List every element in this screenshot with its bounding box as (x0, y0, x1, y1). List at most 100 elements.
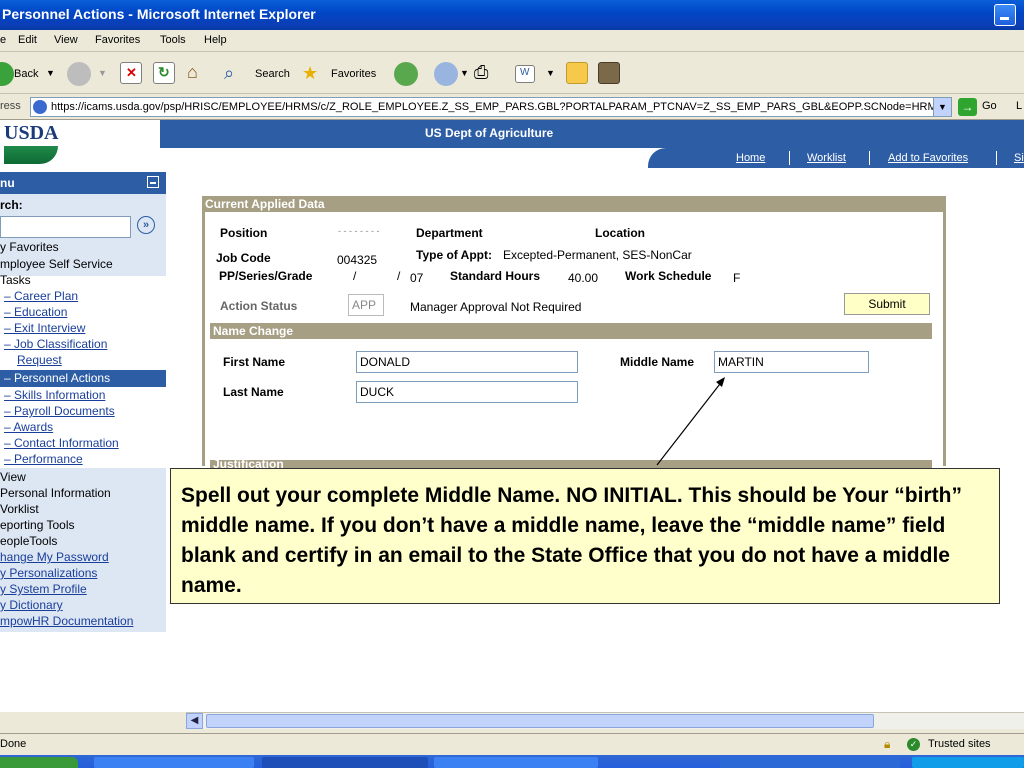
menu-item-personnel-actions[interactable]: – Personnel Actions (4, 370, 110, 386)
taskbar-item[interactable] (94, 757, 254, 768)
stop-icon[interactable]: ✕ (120, 62, 142, 84)
favorites-label[interactable]: Favorites (331, 68, 376, 80)
mail-dropdown-icon[interactable]: ▼ (460, 68, 469, 78)
refresh-icon[interactable]: ↻ (153, 62, 175, 84)
menu-item-reporting-tools[interactable]: eporting Tools (0, 517, 75, 533)
first-name-label: First Name (223, 355, 286, 369)
current-applied-title: Current Applied Data (205, 197, 325, 211)
nav-divider (789, 151, 790, 165)
go-arrow-icon[interactable]: → (958, 98, 977, 116)
nav-divider (996, 151, 997, 165)
menu-item-contact-information[interactable]: – Contact Information (4, 435, 119, 451)
nav-home[interactable]: Home (736, 152, 765, 164)
name-change-header: Name Change (210, 323, 932, 339)
menu-item-performance[interactable]: – Performance (4, 451, 83, 467)
back-label[interactable]: Back (14, 68, 38, 80)
header-nav: Home Worklist Add to Favorites Si (648, 148, 1024, 168)
menu-item-change-password[interactable]: hange My Password (0, 549, 109, 565)
taskbar-item[interactable] (720, 757, 900, 768)
collapse-icon[interactable] (147, 176, 159, 188)
research-icon[interactable] (598, 62, 620, 84)
address-dropdown-icon[interactable]: ▼ (933, 98, 951, 116)
home-icon[interactable]: ⌂ (186, 62, 208, 84)
menu-item-payroll-documents[interactable]: – Payroll Documents (4, 403, 115, 419)
folder-icon[interactable] (566, 62, 588, 84)
start-button[interactable] (0, 757, 78, 768)
menu-item-peopletools[interactable]: eopleTools (0, 533, 57, 549)
menu-edit[interactable]: Edit (18, 34, 37, 46)
action-status-field: APP (348, 294, 384, 316)
menu-item-employee-self-service[interactable]: mployee Self Service (0, 256, 113, 272)
menu-item-personalizations[interactable]: y Personalizations (0, 565, 97, 581)
location-label: Location (595, 226, 645, 240)
favorites-icon[interactable]: ★ (302, 63, 318, 84)
back-dropdown-icon[interactable]: ▼ (46, 68, 55, 78)
lock-icon: 🔒︎ (884, 737, 891, 751)
menu-favorites[interactable]: Favorites (95, 34, 140, 46)
left-menu: nu rch: » y Favorites mployee Self Servi… (0, 172, 166, 632)
history-icon[interactable] (394, 62, 418, 86)
menu-search-label: rch: (0, 198, 23, 212)
menu-item-skills-information[interactable]: – Skills Information (4, 387, 105, 403)
forward-dropdown-icon[interactable]: ▼ (98, 68, 107, 78)
menu-item-career-plan[interactable]: – Career Plan (4, 288, 78, 304)
search-icon[interactable]: ⌕ (224, 63, 234, 84)
menu-item-view[interactable]: View (0, 469, 26, 485)
back-icon[interactable] (0, 62, 14, 86)
menu-item-documentation[interactable]: mpowHR Documentation (0, 613, 133, 629)
menu-item-job-classification[interactable]: – Job Classification (4, 336, 107, 352)
scroll-thumb[interactable] (206, 714, 874, 728)
type-appt-label: Type of Appt: (416, 248, 492, 262)
links-label[interactable]: L (1016, 100, 1022, 112)
header-banner: US Dept of Agriculture (160, 120, 1024, 148)
menu-item-awards[interactable]: – Awards (4, 419, 53, 435)
taskbar-item-active[interactable] (262, 757, 428, 768)
edit-icon[interactable]: W (515, 65, 535, 83)
action-status-label: Action Status (220, 299, 298, 313)
menu-title: nu (0, 176, 15, 190)
mail-icon[interactable] (434, 62, 458, 86)
scroll-left-icon[interactable]: ◀ (186, 713, 203, 729)
submit-button[interactable]: Submit (844, 293, 930, 315)
nav-signout[interactable]: Si (1014, 152, 1024, 164)
menu-item-personal-information[interactable]: Personal Information (0, 485, 111, 501)
menu-item-request[interactable]: Request (17, 352, 62, 368)
menu-item-education[interactable]: – Education (4, 304, 67, 320)
approval-text: Manager Approval Not Required (410, 300, 582, 314)
pp-separator: / (353, 269, 357, 283)
address-field[interactable]: https://icams.usda.gov/psp/HRISC/EMPLOYE… (30, 97, 952, 117)
menu-view[interactable]: View (54, 34, 78, 46)
standard-hours-label: Standard Hours (450, 269, 541, 283)
last-name-field[interactable]: DUCK (356, 381, 578, 403)
menu-item-exit-interview[interactable]: – Exit Interview (4, 320, 85, 336)
justification-header: Justification (210, 460, 932, 468)
menu-item-tasks[interactable]: Tasks (0, 272, 31, 288)
nav-worklist[interactable]: Worklist (807, 152, 846, 164)
go-button[interactable]: Go (982, 100, 997, 112)
first-name-field[interactable]: DONALD (356, 351, 578, 373)
work-schedule-value: F (733, 271, 741, 285)
minimize-button[interactable] (994, 4, 1016, 26)
name-change-title: Name Change (213, 324, 294, 338)
menu-help[interactable]: Help (204, 34, 227, 46)
edit-dropdown-icon[interactable]: ▼ (546, 68, 555, 78)
menu-tools[interactable]: Tools (160, 34, 186, 46)
forward-icon[interactable] (67, 62, 91, 86)
middle-name-label: Middle Name (620, 355, 695, 369)
page-icon (33, 100, 47, 114)
search-go-icon[interactable]: » (137, 216, 155, 234)
menu-item-worklist[interactable]: Vorklist (0, 501, 39, 517)
menu-bar: e Edit View Favorites Tools Help (0, 30, 1024, 52)
menu-item-dictionary[interactable]: y Dictionary (0, 597, 63, 613)
menu-item-system-profile[interactable]: y System Profile (0, 581, 87, 597)
address-url: https://icams.usda.gov/psp/HRISC/EMPLOYE… (51, 101, 952, 113)
nav-add-to-favorites[interactable]: Add to Favorites (888, 152, 968, 164)
search-label[interactable]: Search (255, 68, 290, 80)
position-label: Position (220, 226, 268, 240)
print-icon[interactable]: ⎙ (474, 62, 488, 83)
menu-search-input[interactable] (0, 216, 131, 238)
taskbar-item[interactable] (434, 757, 598, 768)
menu-file[interactable]: e (0, 34, 6, 46)
horizontal-scrollbar[interactable]: ◀ (186, 712, 1024, 729)
menu-item-favorites[interactable]: y Favorites (0, 239, 59, 255)
